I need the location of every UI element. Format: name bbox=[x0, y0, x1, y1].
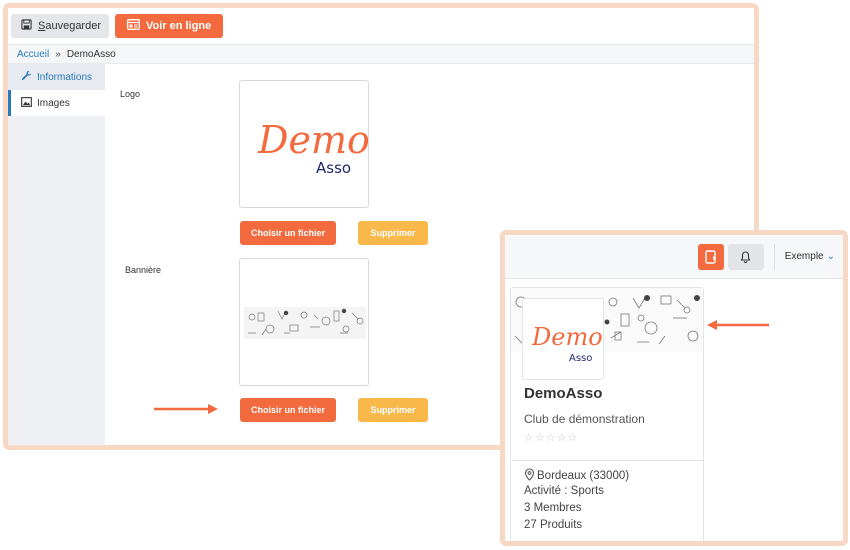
user-menu-label: Exemple bbox=[784, 251, 824, 262]
activity-line: Activité : Sports bbox=[524, 485, 604, 497]
demoasso-logo: Demo Asso bbox=[257, 118, 369, 177]
browser-window-icon bbox=[127, 19, 140, 33]
choose-banner-file-button[interactable]: Choisir un fichier bbox=[240, 398, 336, 422]
floppy-disk-icon bbox=[21, 19, 32, 33]
sidebar-item-label: Images bbox=[37, 97, 70, 109]
svg-text:Asso: Asso bbox=[316, 159, 351, 177]
rating-stars: ☆☆☆☆☆ bbox=[524, 432, 579, 444]
chevron-down-icon: ⌄ bbox=[826, 251, 835, 262]
delete-logo-button[interactable]: Supprimer bbox=[358, 221, 428, 245]
map-pin-icon bbox=[524, 468, 535, 484]
breadcrumb-home-link[interactable]: Accueil bbox=[17, 49, 49, 60]
sidebar-item-images[interactable]: Images bbox=[8, 90, 105, 116]
association-name: DemoAsso bbox=[524, 385, 603, 402]
view-online-button[interactable]: Voir en ligne bbox=[115, 14, 224, 38]
sidebar: Informations Images bbox=[8, 64, 105, 445]
annotation-arrow-icon bbox=[154, 404, 218, 414]
notifications-button[interactable] bbox=[727, 243, 764, 270]
toolbar: Sauvegarder Voir en ligne bbox=[8, 8, 754, 44]
association-description: Club de démonstration bbox=[524, 412, 645, 426]
products-count: 27 Produits bbox=[524, 519, 583, 531]
banner-preview bbox=[239, 258, 369, 386]
association-card[interactable]: Demo Asso DemoAsso Club de démonstration… bbox=[510, 287, 704, 541]
svg-text:Demo: Demo bbox=[531, 323, 603, 351]
wrench-icon bbox=[21, 70, 32, 84]
logo-preview: Demo Asso bbox=[239, 80, 369, 208]
sidebar-item-label: Informations bbox=[37, 71, 93, 83]
public-preview-panel: Exemple ⌄ Demo Asso DemoAsso Club de dém… bbox=[500, 230, 848, 546]
members-count: 3 Membres bbox=[524, 502, 582, 514]
bell-icon bbox=[740, 250, 751, 263]
sidebar-item-informations[interactable]: Informations bbox=[8, 64, 105, 90]
annotation-arrow-icon bbox=[707, 320, 769, 330]
location-line: Bordeaux (33000) bbox=[524, 468, 629, 484]
location-text: Bordeaux (33000) bbox=[537, 470, 630, 482]
breadcrumb: Accueil » DemoAsso bbox=[8, 44, 754, 64]
card-logo: Demo Asso bbox=[522, 298, 604, 380]
banner-field-label: Bannière bbox=[125, 265, 162, 275]
breadcrumb-separator: » bbox=[55, 48, 61, 60]
image-icon bbox=[21, 96, 32, 110]
mobile-view-button[interactable] bbox=[697, 243, 724, 270]
card-divider bbox=[511, 460, 703, 461]
logo-field-label: Logo bbox=[120, 89, 141, 99]
view-online-label: Voir en ligne bbox=[146, 20, 212, 32]
topbar-divider bbox=[773, 243, 775, 270]
svg-text:Asso: Asso bbox=[569, 353, 592, 364]
breadcrumb-current: DemoAsso bbox=[66, 48, 116, 60]
user-menu[interactable]: Exemple ⌄ bbox=[785, 251, 837, 262]
save-button[interactable]: Sauvegarder bbox=[11, 14, 109, 38]
phone-icon bbox=[705, 249, 716, 264]
doodle-banner-image bbox=[244, 307, 366, 339]
save-button-label: Sauvegarder bbox=[38, 20, 101, 32]
svg-text:Demo: Demo bbox=[257, 118, 369, 162]
preview-topbar: Exemple ⌄ bbox=[505, 235, 843, 279]
choose-logo-file-button[interactable]: Choisir un fichier bbox=[240, 221, 336, 245]
demoasso-logo: Demo Asso bbox=[531, 323, 603, 364]
delete-banner-button[interactable]: Supprimer bbox=[358, 398, 428, 422]
